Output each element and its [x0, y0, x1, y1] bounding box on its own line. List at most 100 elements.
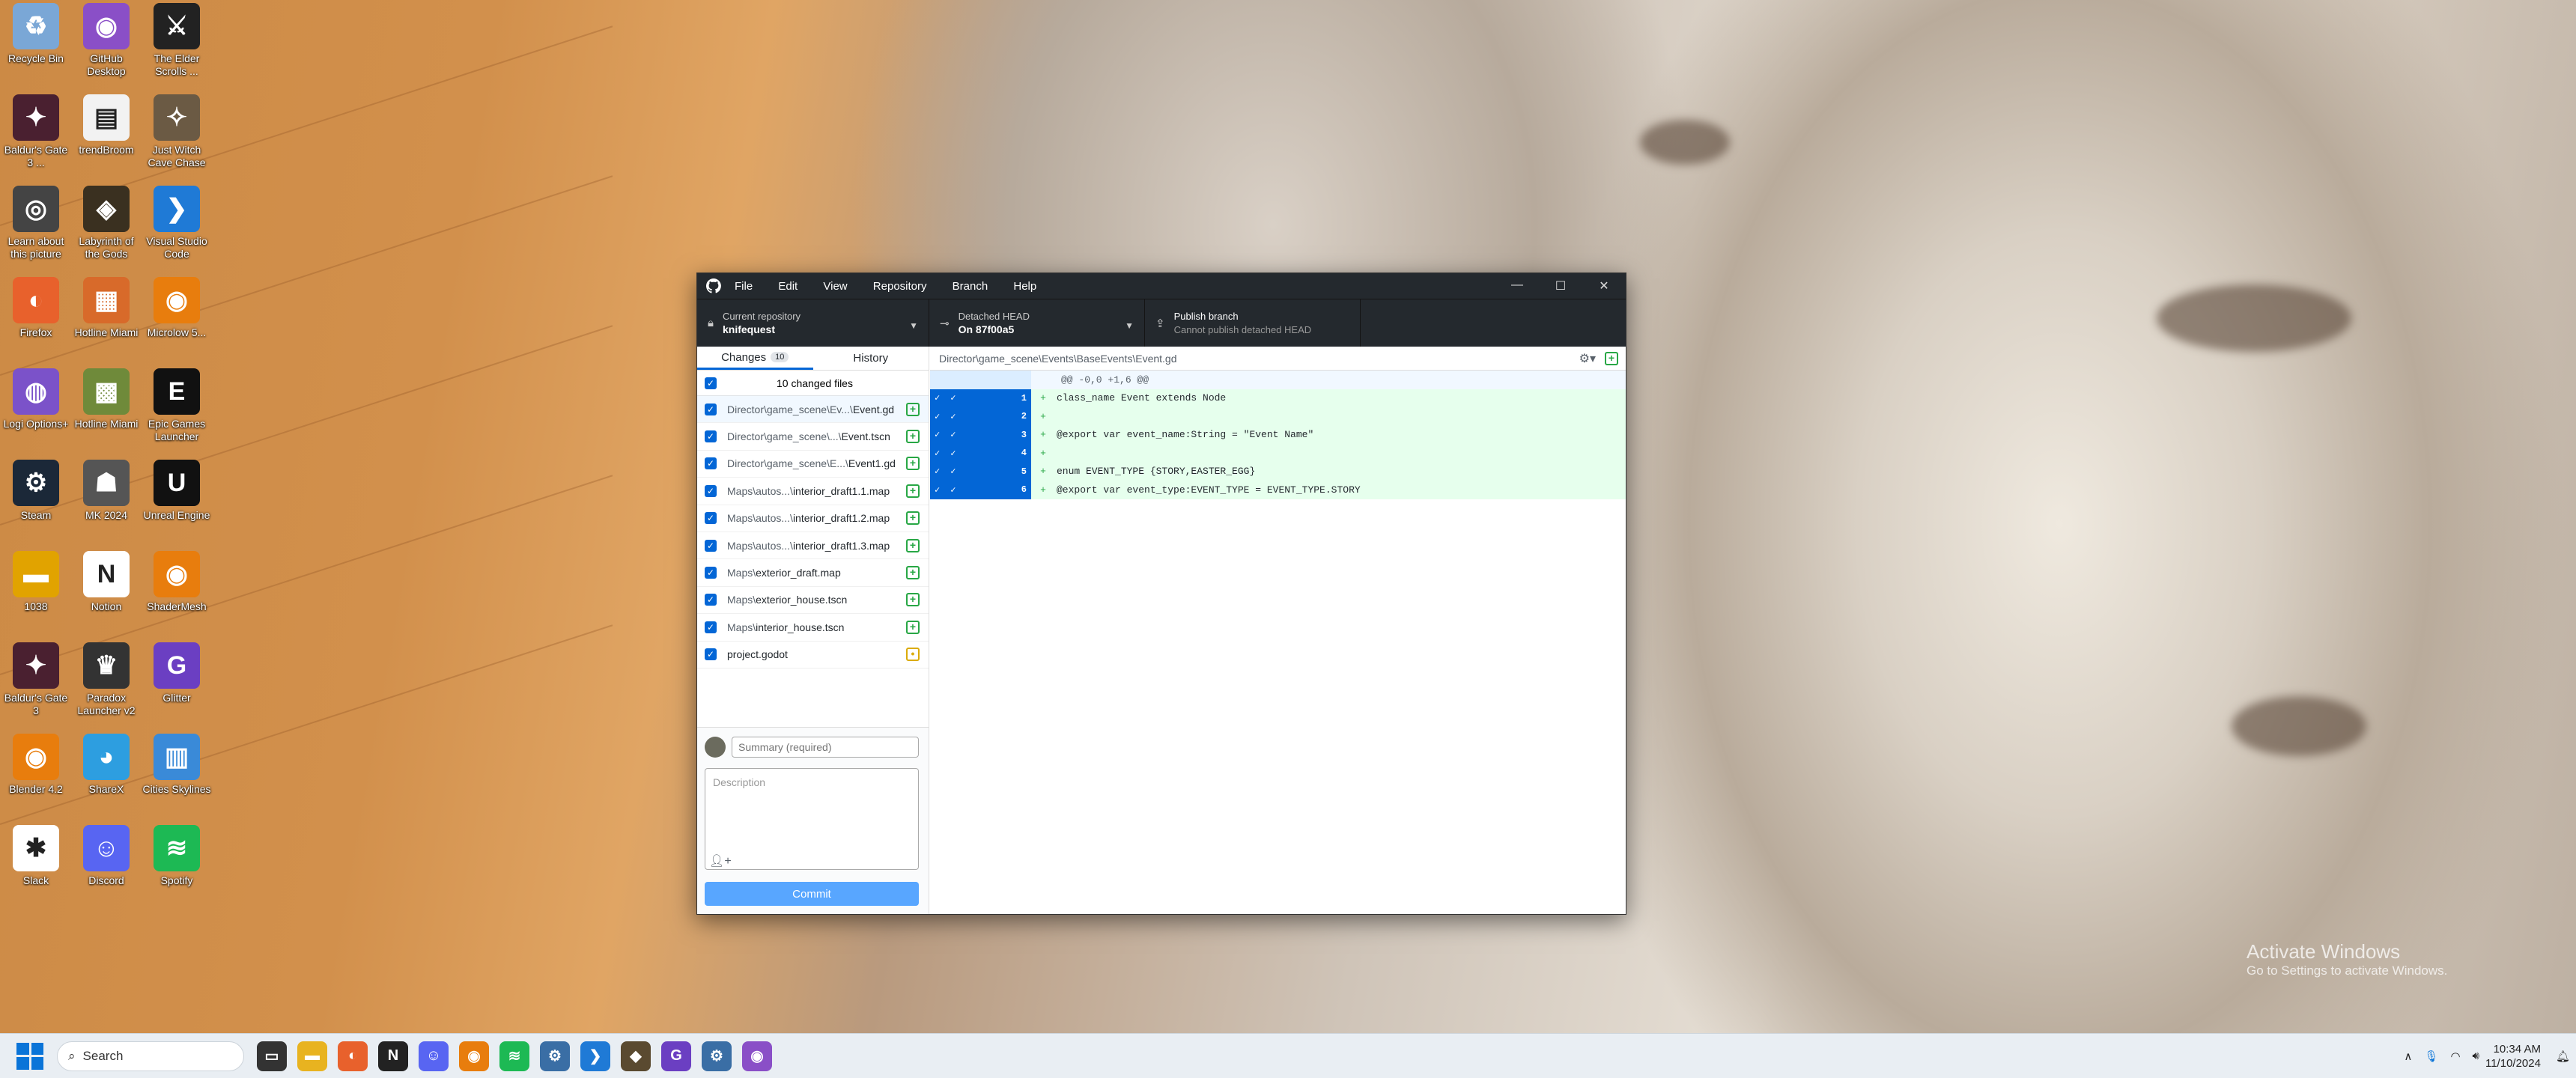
desktop-icon[interactable]: ◐ Firefox: [0, 277, 72, 365]
notification-bell-icon[interactable]: 🔔︎: [2556, 1050, 2570, 1063]
file-checkbox[interactable]: ✓: [705, 539, 717, 552]
changed-file-row[interactable]: ✓ Director\game_scene\Ev...\Event.gd +: [697, 396, 929, 424]
desktop-icon[interactable]: ▦ Hotline Miami: [70, 277, 142, 365]
changed-file-row[interactable]: ✓ Director\game_scene\E...\Event1.gd +: [697, 451, 929, 478]
microphone-icon[interactable]: 🎙︎: [2424, 1050, 2438, 1063]
github-desktop-icon[interactable]: ◉: [742, 1041, 772, 1071]
diff-line[interactable]: ✓ ✓ 4 +: [930, 444, 1626, 463]
gutter[interactable]: ✓ ✓ 4: [930, 444, 1031, 463]
file-checkbox[interactable]: ✓: [705, 648, 717, 661]
volume-icon[interactable]: 🔊︎: [2473, 1050, 2479, 1062]
description-field[interactable]: Description: [705, 768, 919, 870]
desktop-icon[interactable]: ◉ Microlow 5...: [141, 277, 213, 365]
glitter-icon[interactable]: G: [661, 1041, 691, 1071]
desktop-icon[interactable]: ☺ Discord: [70, 825, 142, 913]
menu-view[interactable]: View: [823, 280, 847, 293]
spotify-icon[interactable]: ≋: [499, 1041, 529, 1071]
desktop-icon[interactable]: ▬ 1038: [0, 551, 72, 639]
changed-file-row[interactable]: ✓ project.godot •: [697, 642, 929, 669]
task-view-icon[interactable]: ▭: [257, 1041, 287, 1071]
changed-file-row[interactable]: ✓ Maps\exterior_house.tscn +: [697, 587, 929, 615]
diff-line[interactable]: ✓ ✓ 5 + enum EVENT_TYPE {STORY,EASTER_EGG}: [930, 462, 1626, 481]
desktop-icon[interactable]: ✧ Just Witch Cave Chase: [141, 94, 213, 183]
minimize-icon[interactable]: —: [1495, 278, 1539, 293]
tab-changes[interactable]: Changes 10: [697, 347, 813, 370]
changed-file-row[interactable]: ✓ Director\game_scene\...\Event.tscn +: [697, 423, 929, 451]
desktop-icon[interactable]: ✦ Baldur's Gate 3: [0, 642, 72, 731]
desktop-icon[interactable]: ◉ ShaderMesh: [141, 551, 213, 639]
menu-help[interactable]: Help: [1013, 280, 1036, 293]
changed-file-row[interactable]: ✓ Maps\autos...\interior_draft1.2.map +: [697, 505, 929, 532]
discord-icon[interactable]: ☺: [419, 1041, 449, 1071]
commit-button[interactable]: Commit: [705, 882, 919, 906]
changed-file-row[interactable]: ✓ Maps\autos...\interior_draft1.3.map +: [697, 532, 929, 560]
tab-history[interactable]: History: [813, 347, 929, 370]
firefox-icon[interactable]: ◐: [338, 1041, 368, 1071]
settings-icon[interactable]: ⚙: [540, 1041, 570, 1071]
desktop-icon[interactable]: ▤ trendBroom: [70, 94, 142, 183]
gutter[interactable]: ✓ ✓ 1: [930, 389, 1031, 407]
desktop-icon[interactable]: ◈ Labyrinth of the Gods: [70, 186, 142, 274]
desktop-icon[interactable]: ▥ Cities Skylines: [141, 734, 213, 822]
desktop-icon[interactable]: ✦ Baldur's Gate 3 ...: [0, 94, 72, 183]
windows-start-icon[interactable]: [16, 1042, 43, 1070]
chevron-up-icon[interactable]: ∧: [2404, 1050, 2412, 1063]
gutter[interactable]: ✓ ✓ 3: [930, 425, 1031, 444]
menu-repository[interactable]: Repository: [873, 280, 927, 293]
file-checkbox[interactable]: ✓: [705, 457, 717, 470]
desktop-icon[interactable]: ♛ Paradox Launcher v2: [70, 642, 142, 731]
diff-line[interactable]: ✓ ✓ 2 +: [930, 407, 1626, 426]
changed-file-row[interactable]: ✓ Maps\interior_house.tscn +: [697, 614, 929, 642]
diff-line[interactable]: ✓ ✓ 6 + @export var event_type:EVENT_TYPE = …: [930, 481, 1626, 499]
desktop-icon[interactable]: U Unreal Engine: [141, 460, 213, 548]
branch-dropdown[interactable]: ⊸ Detached HEAD On 87f00a5 ▼: [929, 299, 1145, 347]
close-icon[interactable]: ✕: [1582, 278, 1626, 293]
file-checkbox[interactable]: ✓: [705, 403, 717, 415]
desktop-icon[interactable]: ▩ Hotline Miami: [70, 368, 142, 457]
desktop-icon[interactable]: G Glitter: [141, 642, 213, 731]
file-checkbox[interactable]: ✓: [705, 594, 717, 606]
file-checkbox[interactable]: ✓: [705, 621, 717, 633]
desktop-icon[interactable]: N Notion: [70, 551, 142, 639]
file-checkbox[interactable]: ✓: [705, 512, 717, 525]
gear-icon[interactable]: ⚙▾: [1579, 351, 1596, 366]
desktop-icon[interactable]: ❯ Visual Studio Code: [141, 186, 213, 274]
desktop-icon[interactable]: ◍ Logi Options+: [0, 368, 72, 457]
game-icon[interactable]: ◆: [621, 1041, 651, 1071]
summary-input[interactable]: [732, 737, 919, 758]
changed-file-row[interactable]: ✓ Maps\exterior_draft.map +: [697, 559, 929, 587]
add-coauthor-icon[interactable]: 👤︎+: [709, 853, 732, 868]
desktop-icon[interactable]: ☗ MK 2024: [70, 460, 142, 548]
desktop-icon[interactable]: ◉ GitHub Desktop: [70, 3, 142, 91]
gutter[interactable]: ✓ ✓ 6: [930, 481, 1031, 499]
desktop-icon[interactable]: E Epic Games Launcher: [141, 368, 213, 457]
vscode-icon[interactable]: ❯: [580, 1041, 610, 1071]
notion-icon[interactable]: N: [378, 1041, 408, 1071]
desktop-icon[interactable]: ◕ ShareX: [70, 734, 142, 822]
desktop-icon[interactable]: ⚙ Steam: [0, 460, 72, 548]
maximize-icon[interactable]: ☐: [1539, 278, 1582, 293]
publish-branch-button[interactable]: ⇪ Publish branch Cannot publish detached …: [1145, 299, 1361, 347]
desktop-icon[interactable]: ⚔ The Elder Scrolls ...: [141, 3, 213, 91]
changed-file-row[interactable]: ✓ Maps\autos...\interior_draft1.1.map +: [697, 478, 929, 505]
file-checkbox[interactable]: ✓: [705, 567, 717, 579]
file-checkbox[interactable]: ✓: [705, 484, 717, 497]
diff-line[interactable]: ✓ ✓ 1 + class_name Event extends Node: [930, 389, 1626, 407]
blender-icon[interactable]: ◉: [459, 1041, 489, 1071]
desktop-icon[interactable]: ✱ Slack: [0, 825, 72, 913]
wifi-icon[interactable]: ◠: [2450, 1050, 2460, 1063]
desktop-icon[interactable]: ◎ Learn about this picture: [0, 186, 72, 274]
gutter[interactable]: ✓ ✓ 2: [930, 407, 1031, 426]
menu-edit[interactable]: Edit: [778, 280, 798, 293]
repository-dropdown[interactable]: 🔒︎ Current repository knifequest ▼: [697, 299, 929, 347]
diff-line[interactable]: ✓ ✓ 3 + @export var event_name:String = "Eve…: [930, 425, 1626, 444]
desktop-icon[interactable]: ♻ Recycle Bin: [0, 3, 72, 91]
taskbar-search[interactable]: ⌕ Search: [57, 1041, 244, 1071]
desktop-icon[interactable]: ≋ Spotify: [141, 825, 213, 913]
file-checkbox[interactable]: ✓: [705, 430, 717, 443]
select-all-checkbox[interactable]: ✓: [705, 377, 717, 389]
desktop-icon[interactable]: ◉ Blender 4.2: [0, 734, 72, 822]
gutter[interactable]: ✓ ✓ 5: [930, 462, 1031, 481]
file-explorer-icon[interactable]: ▬: [297, 1041, 327, 1071]
menu-file[interactable]: File: [735, 280, 753, 293]
